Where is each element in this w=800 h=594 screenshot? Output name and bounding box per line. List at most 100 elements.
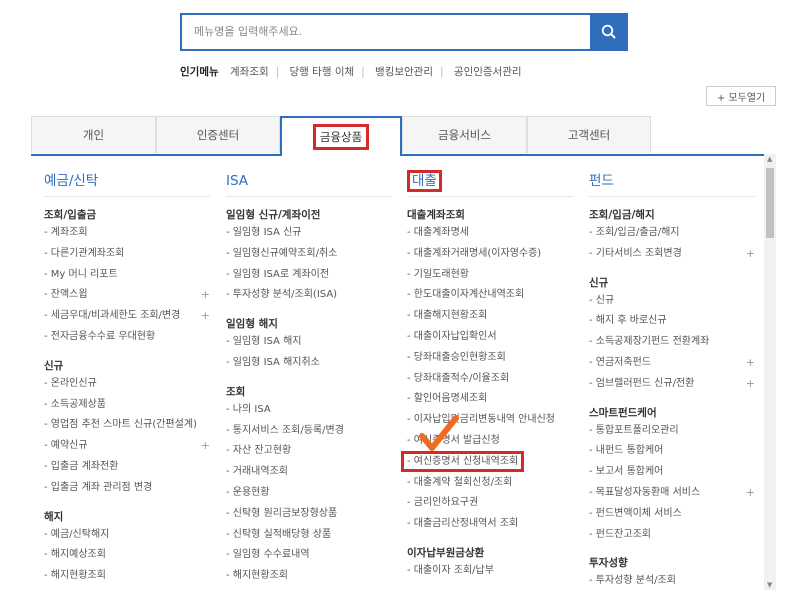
menu-item[interactable]: - 운용현황 [226, 483, 392, 504]
scroll-up-icon[interactable]: ▲ [767, 155, 772, 163]
menu-item[interactable]: - 신탁형 원리금보장형상품 [226, 504, 392, 525]
menu-item-label: - 여신증명서 신청내역조회 [400, 450, 525, 472]
menu-item[interactable]: - 할인어음명세조회 [407, 389, 573, 410]
column-title[interactable]: 대출 [407, 170, 573, 197]
menu-item[interactable]: - 거래내역조회 [226, 462, 392, 483]
expand-plus-icon[interactable]: + [746, 374, 755, 395]
menu-item[interactable]: - 펀드변액이체 서비스 [589, 504, 755, 525]
menu-item-label: - 예약신규 [44, 440, 88, 452]
menu-item[interactable]: - 대출해지현황조회 [407, 306, 573, 327]
menu-item[interactable]: - 내펀드 통합케어 [589, 441, 755, 462]
menu-item-label: - 세금우대/비과세한도 조회/변경 [44, 310, 181, 322]
menu-item[interactable]: - 대출금리산정내역서 조회 [407, 514, 573, 535]
expand-plus-icon[interactable]: + [201, 306, 210, 327]
menu-item-label: - 엄브렐러펀드 신규/전환 [589, 377, 695, 389]
menu-item[interactable]: - 전자금융수수료 우대현황 [44, 327, 210, 348]
menu-item[interactable]: - 목표달성자동환매 서비스 + [589, 483, 755, 504]
menu-item[interactable]: - 일임형 ISA 신규 [226, 223, 392, 244]
menu-item-label: - 예금/신탁해지 [44, 528, 110, 540]
menu-item[interactable]: - 해지예상조회 [44, 545, 210, 566]
menu-item-label: - 연금저축펀드 [589, 356, 651, 368]
menu-item[interactable]: - 조회/입금/출금/해지 [589, 223, 755, 244]
expand-plus-icon[interactable]: + [746, 353, 755, 374]
menu-item[interactable]: - 소득공제장기펀드 전환계좌 [589, 332, 755, 353]
menu-item[interactable]: - 세금우대/비과세한도 조회/변경 + [44, 306, 210, 327]
menu-item-label: - 대출계좌명세 [407, 227, 469, 238]
menu-item-label: - 다른기관계좌조회 [44, 247, 125, 259]
menu-item[interactable]: - 금리인하요구권 [407, 493, 573, 514]
menu-item[interactable]: - 펀드잔고조회 [589, 525, 755, 546]
menu-item-label: - 거래내역조회 [226, 466, 288, 478]
menu-item[interactable]: - 대출이자납입확인서 [407, 327, 573, 348]
menu-item-label: - 일임형 수수료내역 [226, 549, 310, 561]
menu-item[interactable]: - 일임형 ISA 해지 [226, 332, 392, 353]
menu-group-title: 일임형 해지 [226, 318, 278, 331]
menu-item[interactable]: - 온라인신규 [44, 374, 210, 395]
menu-item-label: - 입출금 계좌전환 [44, 460, 119, 472]
expand-plus-icon[interactable]: + [201, 436, 210, 457]
column-title[interactable]: 펀드 [589, 170, 755, 197]
menu-item[interactable]: - 여신증명서 신청내역조회 [400, 450, 573, 473]
menu-item[interactable]: - 해지현황조회 [44, 566, 210, 587]
menu-item[interactable]: - 예금/신탁해지 [44, 525, 210, 546]
scroll-down-icon[interactable]: ▼ [767, 581, 772, 589]
column-title[interactable]: 예금/신탁 [44, 170, 210, 197]
menu-item-label: - 자산 잔고현황 [226, 445, 292, 457]
expand-plus-icon[interactable]: + [746, 483, 755, 504]
menu-item-label: - 대출해지현황조회 [407, 310, 488, 322]
menu-item-label: - 입출금 계좌 관리점 변경 [44, 481, 153, 493]
scrollbar[interactable]: ▲ ▼ [764, 154, 776, 590]
menu-item-label: - 일임형 ISA 해지취소 [226, 356, 320, 368]
menu-item[interactable]: - 소득공제상품 [44, 395, 210, 416]
menu-item-label: - 당좌대출승인현황조회 [407, 351, 506, 363]
menu-item[interactable]: - 연금저축펀드 + [589, 353, 755, 374]
expand-plus-icon[interactable]: + [746, 244, 755, 265]
menu-item-label: - 보고서 통합케어 [589, 466, 664, 478]
menu-item-label: - 일임형신규예약조회/취소 [226, 247, 338, 259]
menu-item[interactable]: - 대출이자 조회/납부 [407, 561, 573, 582]
menu-item[interactable]: - 대출계약 철회신청/조회 [407, 473, 573, 494]
menu-item[interactable]: - 신규 [589, 291, 755, 312]
menu-item[interactable]: - 기타서비스 조회변경 + [589, 244, 755, 265]
column-title[interactable]: ISA [226, 170, 392, 197]
menu-item[interactable]: - 일임형 수수료내역 [226, 545, 392, 566]
menu-group-title: 조회/입금/해지 [589, 209, 655, 221]
menu-item[interactable]: - 자산 잔고현황 [226, 441, 392, 462]
menu-item[interactable]: - 해지현황조회 [226, 566, 392, 587]
menu-item-label: - 신탁형 원리금보장형상품 [226, 507, 338, 519]
menu-item[interactable]: - 대출계좌거래명세(이자영수증) [407, 244, 573, 265]
menu-item-label: - 목표달성자동환매 서비스 [589, 486, 701, 498]
menu-item-label: - 일임형 ISA 신규 [226, 227, 302, 238]
menu-item[interactable]: - 나의 ISA [226, 400, 392, 421]
menu-item[interactable]: - 통합포트폴리오관리 [589, 421, 755, 442]
menu-item[interactable]: - 일임형신규예약조회/취소 [226, 244, 392, 265]
menu-item[interactable]: - 예약신규 + [44, 436, 210, 457]
menu-item[interactable]: - 다른기관계좌조회 [44, 244, 210, 265]
menu-item[interactable]: - My 머니 리포트 [44, 265, 210, 286]
menu-item[interactable]: - 투자성향 분석/조회 [589, 571, 755, 592]
scrollbar-thumb[interactable] [766, 168, 774, 238]
menu-item[interactable]: - 일임형 ISA로 계좌이전 [226, 265, 392, 286]
menu-item[interactable]: - 당좌대출적수/이율조회 [407, 369, 573, 390]
menu-item[interactable]: - 엄브렐러펀드 신규/전환 + [589, 374, 755, 395]
menu-group-title: 신규 [589, 276, 609, 289]
menu-item[interactable]: - 잔액스윕 + [44, 285, 210, 306]
menu-item[interactable]: - 신탁형 실적배당형 상품 [226, 525, 392, 546]
menu-item[interactable]: - 당좌대출승인현황조회 [407, 348, 573, 369]
menu-item[interactable]: - 통지서비스 조회/등록/변경 [226, 421, 392, 442]
menu-item-label: - 당좌대출적수/이율조회 [407, 372, 510, 384]
menu-item[interactable]: - 기일도래현황 [407, 265, 573, 286]
menu-item[interactable]: - 해지 후 바로신규 [589, 311, 755, 332]
menu-item[interactable]: - 영업점 추천 스마트 신규(간편설계) [44, 415, 210, 436]
menu-item[interactable]: - 계좌조회 [44, 223, 210, 244]
menu-item[interactable]: - 대출계좌명세 [407, 223, 573, 244]
menu-item[interactable]: - 보고서 통합케어 [589, 462, 755, 483]
menu-item[interactable]: - 입출금 계좌전환 [44, 457, 210, 478]
menu-item-label: - 잔액스윕 [44, 289, 88, 301]
menu-column: 펀드조회/입금/해지 - 조회/입금/출금/해지 - 기타서비스 조회변경 + 신규 - … [589, 170, 755, 592]
menu-item[interactable]: - 한도대출이자계산내역조회 [407, 285, 573, 306]
menu-item[interactable]: - 입출금 계좌 관리점 변경 [44, 478, 210, 499]
menu-item[interactable]: - 투자성향 분석/조회(ISA) [226, 285, 392, 306]
expand-plus-icon[interactable]: + [201, 285, 210, 306]
menu-item[interactable]: - 일임형 ISA 해지취소 [226, 353, 392, 374]
